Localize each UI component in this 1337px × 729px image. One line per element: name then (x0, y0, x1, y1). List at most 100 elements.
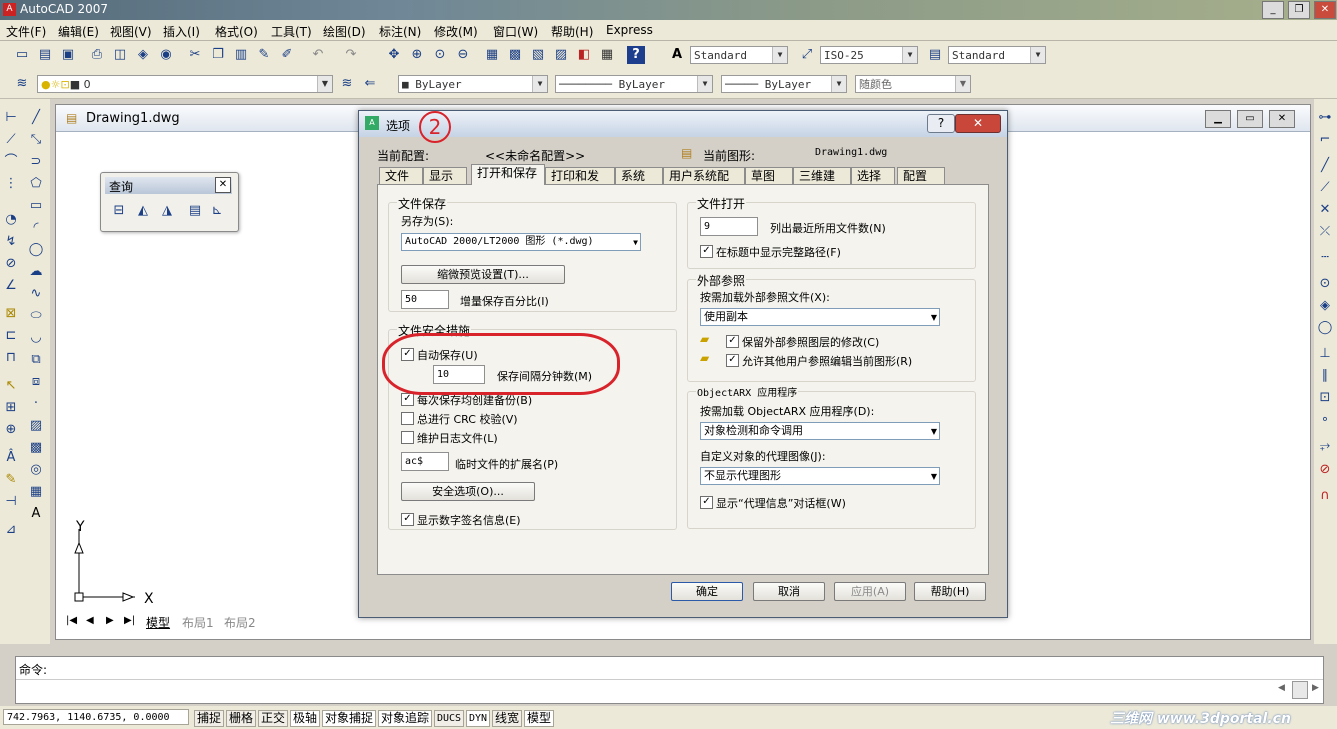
close-button[interactable]: ✕ (1314, 1, 1336, 19)
radius-dim-icon[interactable]: ◔ (2, 211, 20, 229)
security-options-button[interactable]: 安全选项(O)... (401, 482, 535, 501)
dim-update-icon[interactable]: ⊣ (2, 493, 20, 511)
insert-block-icon[interactable]: ⧉ (27, 351, 45, 369)
toggle-osnap[interactable]: 对象捕捉 (322, 710, 377, 727)
drawing-minimize-button[interactable]: ▁ (1205, 110, 1231, 128)
backup-checkbox[interactable]: ✓ (401, 393, 414, 406)
menu-format[interactable]: 格式(O) (215, 23, 258, 40)
cut-icon[interactable]: ✂ (186, 46, 204, 64)
properties-icon[interactable]: ▦ (483, 46, 501, 64)
plot-preview-icon[interactable]: ◫ (111, 46, 129, 64)
dim-text-edit-icon[interactable]: ✎ (2, 471, 20, 489)
snap-endpoint-icon[interactable]: ╱ (1316, 157, 1334, 175)
menu-tools[interactable]: 工具(T) (271, 23, 312, 40)
snap-center-icon[interactable]: ⊙ (1316, 275, 1334, 293)
snap-extension-icon[interactable]: ┄ (1316, 249, 1334, 267)
save-as-select[interactable]: AutoCAD 2000/LT2000 图形 (*.dwg) ▼ (401, 233, 641, 251)
tab-system[interactable]: 系统 (615, 167, 663, 184)
match-properties-icon[interactable]: ✎ (255, 46, 273, 64)
load-arx-select[interactable]: 对象检测和命令调用 ▼ (700, 422, 940, 440)
drawing-close-button[interactable]: ✕ (1269, 110, 1295, 128)
pan-icon[interactable]: ✥ (385, 46, 403, 64)
angular-dim-icon[interactable]: ∠ (2, 277, 20, 295)
menu-window[interactable]: 窗口(W) (493, 23, 538, 40)
toggle-grid[interactable]: 栅格 (226, 710, 257, 727)
retain-xref-changes-checkbox[interactable]: ✓ (726, 335, 739, 348)
tab-nav-next-icon[interactable]: ▶ (106, 615, 114, 626)
tab-layout2[interactable]: 布局2 (224, 614, 256, 631)
zoom-previous-icon[interactable]: ⊖ (454, 46, 472, 64)
toggle-otrack[interactable]: 对象追踪 (378, 710, 433, 727)
layer-previous-icon[interactable]: ⇐ (361, 75, 379, 93)
snap-nearest-icon[interactable]: ⥅ (1316, 437, 1334, 455)
command-scroll-thumb[interactable] (1292, 681, 1308, 699)
snap-intersection-icon[interactable]: ✕ (1316, 201, 1334, 219)
spline-icon[interactable]: ∿ (27, 285, 45, 303)
tab-open-save[interactable]: 打开和保存 (471, 164, 545, 185)
log-file-checkbox[interactable] (401, 431, 414, 444)
new-icon[interactable]: ▭ (13, 46, 31, 64)
text-style-select[interactable]: Standard ▼ (690, 46, 788, 64)
dim-style-icon[interactable]: ⊿ (2, 521, 20, 539)
point-icon[interactable]: · (27, 395, 45, 413)
menu-express[interactable]: Express (606, 23, 653, 37)
allow-xref-edit-checkbox[interactable]: ✓ (726, 354, 739, 367)
toggle-ortho[interactable]: 正交 (258, 710, 289, 727)
snap-tangent-icon[interactable]: ◯ (1316, 319, 1334, 337)
rectangle-icon[interactable]: ▭ (27, 197, 45, 215)
tab-nav-prev-icon[interactable]: ◀ (86, 615, 94, 626)
scroll-right-icon[interactable]: ▶ (1312, 683, 1319, 693)
plotstyle-select[interactable]: 随颜色 ▼ (855, 75, 971, 93)
list-icon[interactable]: ▤ (186, 202, 204, 220)
save-icon[interactable]: ▣ (59, 46, 77, 64)
aligned-dim-icon[interactable]: ⟋ (2, 131, 20, 149)
qleader-icon[interactable]: ↖ (2, 377, 20, 395)
full-path-checkbox[interactable]: ✓ (700, 245, 713, 258)
tab-plot-publish[interactable]: 打印和发布 (545, 167, 615, 200)
publish-icon[interactable]: ◈ (134, 46, 152, 64)
restore-button[interactable]: ❐ (1288, 1, 1310, 19)
center-mark-icon[interactable]: ⊕ (2, 421, 20, 439)
osnap-settings-icon[interactable]: ∩ (1316, 487, 1334, 505)
crc-checkbox[interactable] (401, 412, 414, 425)
snap-from-icon[interactable]: ⌐ (1316, 131, 1334, 149)
menu-modify[interactable]: 修改(M) (434, 23, 478, 40)
toggle-ducs[interactable]: DUCS (434, 710, 465, 727)
help-icon[interactable]: ? (627, 46, 645, 64)
menu-draw[interactable]: 绘图(D) (323, 23, 366, 40)
redo-icon[interactable]: ↷ (342, 46, 360, 64)
polygon-icon[interactable]: ⬠ (27, 175, 45, 193)
table-icon[interactable]: ▦ (27, 483, 45, 501)
arc-icon[interactable]: ◜ (27, 219, 45, 237)
menu-insert[interactable]: 插入(I) (163, 23, 200, 40)
toggle-dyn[interactable]: DYN (466, 710, 491, 727)
jogged-dim-icon[interactable]: ↯ (2, 233, 20, 251)
distance-icon[interactable]: ⊟ (110, 202, 128, 220)
plot-icon[interactable]: ⎙ (88, 46, 106, 64)
table-style-select[interactable]: Standard ▼ (948, 46, 1046, 64)
command-input[interactable] (16, 680, 1280, 703)
dim-edit-icon[interactable]: Â (2, 449, 20, 467)
sheet-set-icon[interactable]: ▨ (552, 46, 570, 64)
incremental-save-input[interactable]: 50 (401, 290, 449, 309)
hatch-icon[interactable]: ▨ (27, 417, 45, 435)
scroll-left-icon[interactable]: ◀ (1278, 683, 1285, 693)
zoom-realtime-icon[interactable]: ⊕ (408, 46, 426, 64)
revcloud-icon[interactable]: ☁ (27, 263, 45, 281)
snap-parallel-icon[interactable]: ∥ (1316, 367, 1334, 385)
tab-3d-modeling[interactable]: 三维建模 (793, 167, 851, 200)
query-close-icon[interactable]: ✕ (215, 177, 231, 193)
linetype-select[interactable]: ──────── ByLayer ▼ (555, 75, 713, 93)
paste-icon[interactable]: ▥ (232, 46, 250, 64)
make-current-icon[interactable]: ≋ (338, 75, 356, 93)
dim-style-select[interactable]: ISO-25 ▼ (820, 46, 918, 64)
snap-none-icon[interactable]: ⊘ (1316, 461, 1334, 479)
toggle-lineweight[interactable]: 线宽 (492, 710, 523, 727)
markup-icon[interactable]: ◧ (575, 46, 593, 64)
tab-user-preferences[interactable]: 用户系统配置 (663, 167, 745, 200)
snap-node-icon[interactable]: ∘ (1316, 411, 1334, 429)
linear-dim-icon[interactable]: ⊢ (2, 109, 20, 127)
tab-profiles[interactable]: 配置 (897, 167, 945, 184)
tab-layout1[interactable]: 布局1 (182, 614, 214, 631)
polyline-icon[interactable]: ⊃ (27, 153, 45, 171)
